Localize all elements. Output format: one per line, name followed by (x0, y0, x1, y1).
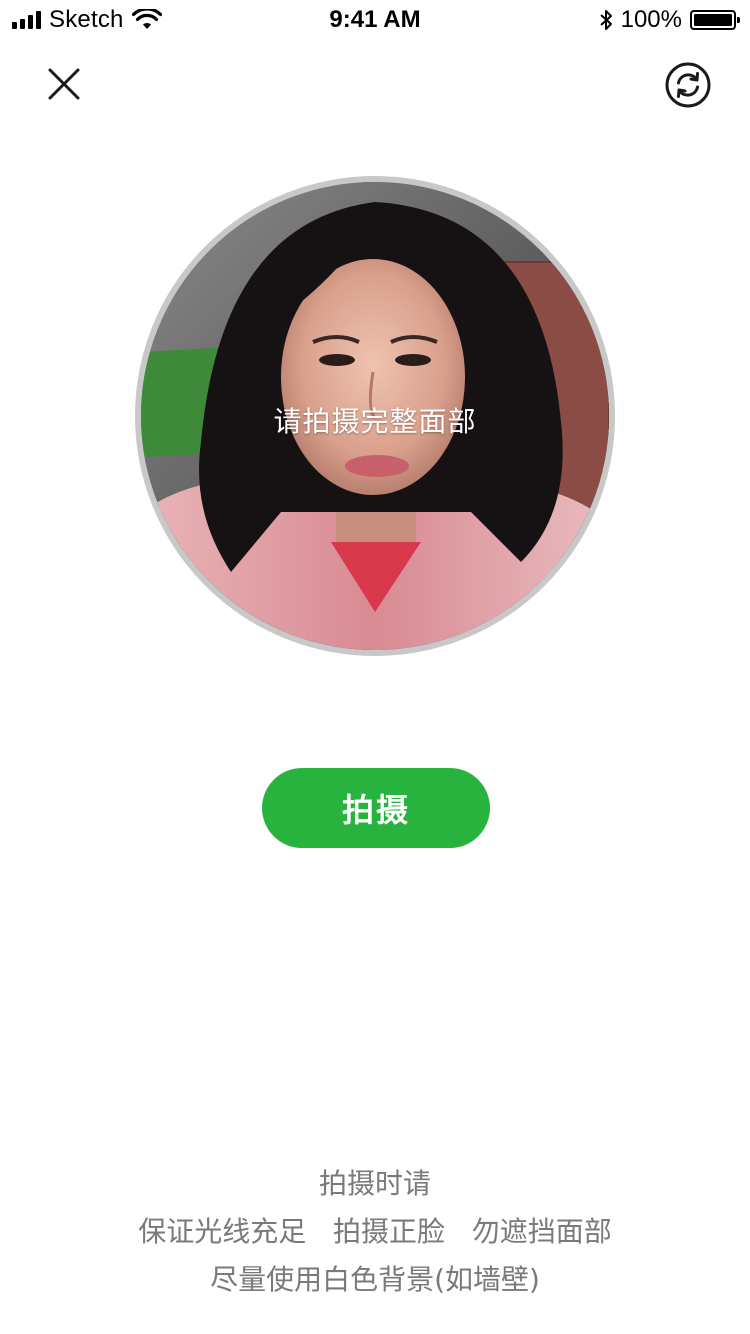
preview-hint: 请拍摄完整面部 (273, 405, 477, 438)
camera-screen: Sketch 9:41 AM 100% 请拍摄完整面部 拍摄 拍摄时请 保证光线… (0, 0, 750, 1334)
status-right: 100% (599, 6, 740, 34)
camera-preview: 请拍摄完整面部 (135, 176, 615, 656)
close-button[interactable] (40, 60, 88, 108)
tips-line-1: 保证光线充足 拍摄正脸 勿遮挡面部 (138, 1215, 612, 1248)
tips-title: 拍摄时请 (318, 1167, 431, 1200)
capture-button[interactable]: 拍摄 (262, 768, 490, 848)
capture-tips: 拍摄时请 保证光线充足 拍摄正脸 勿遮挡面部 尽量使用白色背景(如墙壁) (0, 1160, 750, 1304)
battery-fill (694, 14, 732, 26)
switch-camera-icon (665, 62, 711, 108)
tips-line-2: 尽量使用白色背景(如墙壁) (210, 1263, 540, 1296)
status-bar: Sketch 9:41 AM 100% (0, 0, 750, 40)
battery-percent: 100% (620, 6, 682, 33)
switch-camera-button[interactable] (664, 61, 712, 109)
close-icon (48, 68, 80, 100)
battery-icon (690, 10, 740, 30)
bluetooth-icon (599, 10, 612, 30)
